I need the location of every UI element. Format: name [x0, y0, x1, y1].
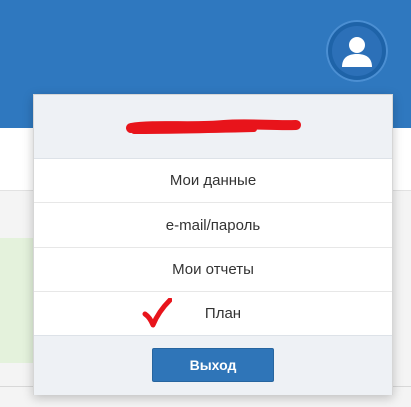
menu-item-label: Мои отчеты: [172, 260, 254, 278]
menu-item-plan[interactable]: План: [34, 291, 392, 336]
menu-footer: Выход: [34, 335, 392, 395]
checkmark-icon: [142, 298, 172, 328]
redacted-username-scribble: [126, 119, 301, 134]
menu-item-my-data[interactable]: Мои данные: [34, 158, 392, 203]
user-avatar-icon: [342, 37, 372, 67]
user-avatar-button[interactable]: [326, 20, 388, 82]
menu-item-label: План: [204, 304, 242, 322]
user-dropdown-menu: Мои данные e-mail/пароль Мои отчеты План…: [33, 94, 393, 395]
logout-button[interactable]: Выход: [152, 348, 274, 382]
menu-header: [34, 95, 392, 159]
menu-item-email-password[interactable]: e-mail/пароль: [34, 203, 392, 248]
menu-item-label: e-mail/пароль: [165, 216, 261, 234]
menu-item-my-reports[interactable]: Мои отчеты: [34, 247, 392, 292]
menu-item-label: Мои данные: [169, 171, 257, 189]
